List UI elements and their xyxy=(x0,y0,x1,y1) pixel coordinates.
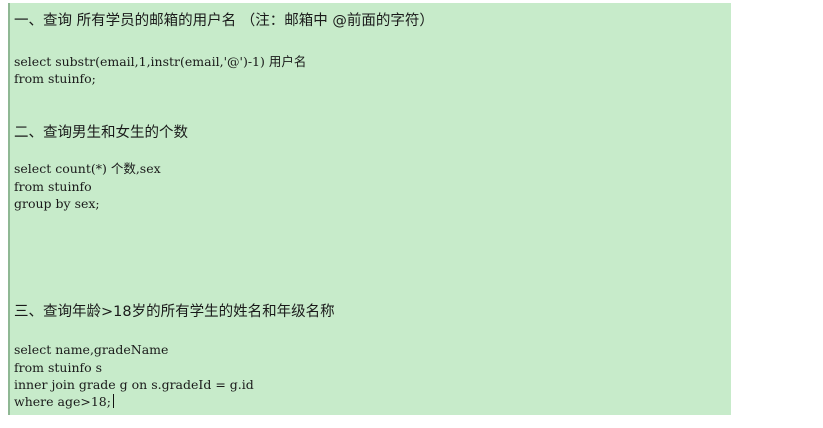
section-3-code-line-4: where age>18; xyxy=(14,393,114,410)
section-3-code-line-4-text: where age>18; xyxy=(14,394,111,409)
section-1-heading: 一、查询 所有学员的邮箱的用户名 （注：邮箱中 @前面的字符） xyxy=(14,13,434,29)
section-3-code-line-3: inner join grade g on s.gradeId = g.id xyxy=(14,377,254,392)
section-2-heading: 二、查询男生和女生的个数 xyxy=(14,125,188,141)
section-2-code-line-3: group by sex; xyxy=(14,196,100,211)
section-3-code-line-1: select name,gradeName xyxy=(14,342,169,357)
section-2-code-line-2: from stuinfo xyxy=(14,179,92,194)
section-2-code-line-1: select count(*) 个数,sex xyxy=(14,161,161,176)
sql-editor[interactable]: 一、查询 所有学员的邮箱的用户名 （注：邮箱中 @前面的字符） select s… xyxy=(8,3,731,415)
text-cursor xyxy=(112,394,114,408)
section-1-code-line-2: from stuinfo; xyxy=(14,71,96,86)
section-3-heading: 三、查询年龄>18岁的所有学生的姓名和年级名称 xyxy=(14,304,335,320)
section-1-code-line-1: select substr(email,1,instr(email,'@')-1… xyxy=(14,54,307,69)
section-3-code-line-2: from stuinfo s xyxy=(14,360,103,375)
